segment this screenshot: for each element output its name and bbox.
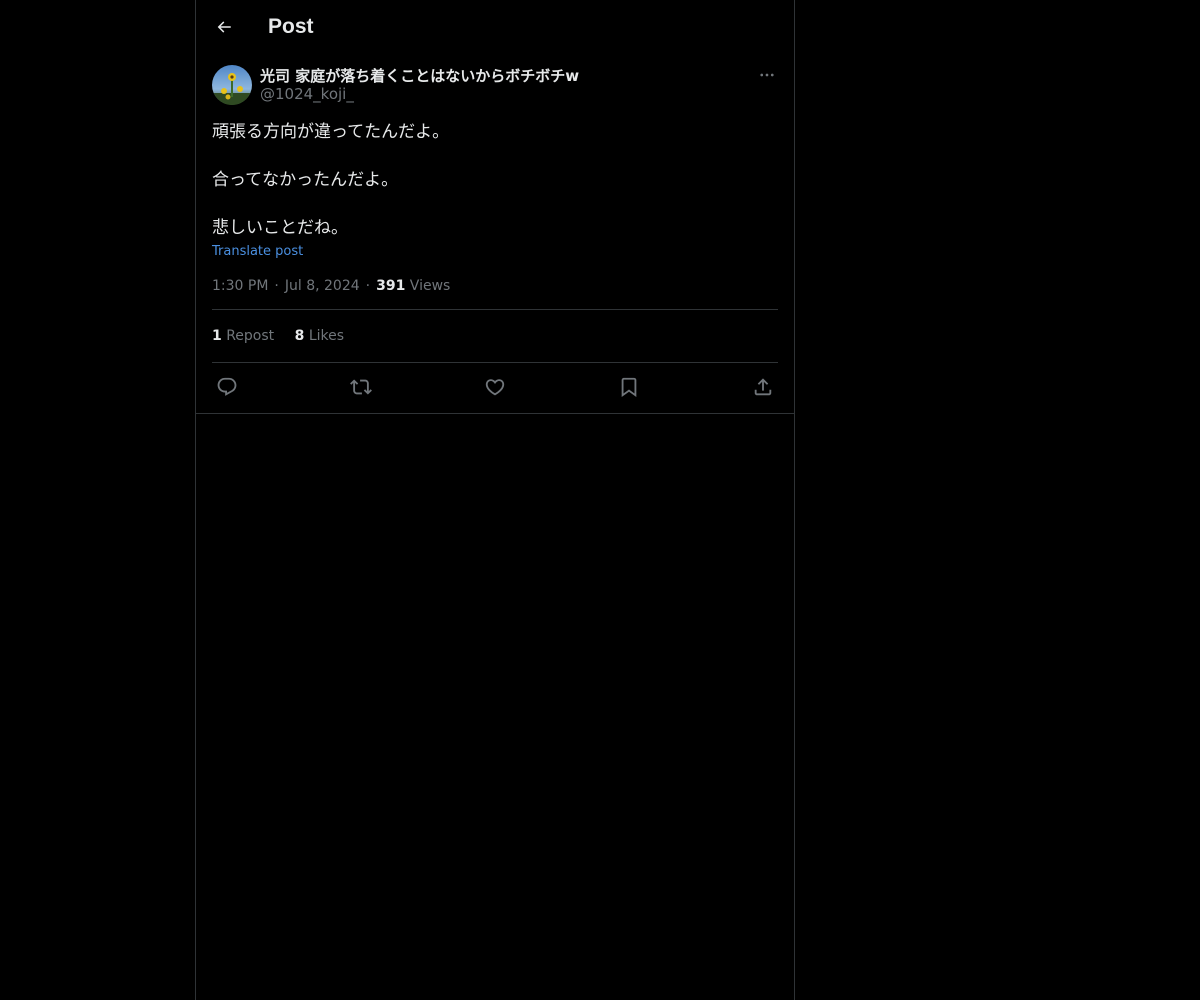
- reposts-count: 1: [212, 328, 222, 344]
- post-text-line: [212, 192, 778, 216]
- likes-count: 8: [294, 328, 305, 344]
- page-header: Post: [196, 0, 794, 54]
- post-detail: 光司 家庭が落ち着くことはないからボチボチw @1024_koji_ 頑張る方向…: [196, 64, 794, 410]
- reposts-label: Repost: [226, 328, 275, 344]
- arrow-left-icon: [217, 21, 231, 33]
- repost-icon: [350, 379, 372, 394]
- like-button[interactable]: [484, 376, 506, 398]
- post-text-line: [212, 144, 778, 168]
- post-stats: 1 Repost 8 Likes: [212, 310, 778, 363]
- repost-button[interactable]: [350, 376, 372, 398]
- post-actions: [212, 363, 778, 410]
- translate-post-link[interactable]: Translate post: [212, 242, 303, 262]
- post-text-line: 悲しいことだね。: [212, 218, 348, 238]
- more-horizontal-icon: [760, 73, 774, 77]
- post-time[interactable]: 1:30 PM: [212, 278, 268, 294]
- reply-button[interactable]: [216, 376, 238, 398]
- avatar-image: [212, 65, 252, 105]
- meta-separator: ·: [274, 278, 279, 294]
- share-icon: [754, 377, 772, 395]
- likes-stat[interactable]: 8 Likes: [295, 328, 344, 344]
- back-button[interactable]: [210, 13, 238, 41]
- author-display-name[interactable]: 光司 家庭が落ち着くことはないからボチボチw: [260, 65, 579, 86]
- post-text-line: 頑張る方向が違ってたんだよ。: [212, 122, 450, 142]
- views-label: Views: [409, 278, 451, 294]
- author-handle[interactable]: @1024_koji_: [260, 85, 354, 103]
- share-button[interactable]: [752, 376, 774, 398]
- reply-icon: [217, 377, 237, 396]
- likes-label: Likes: [308, 328, 345, 344]
- post-text: 頑張る方向が違ってたんだよ。 合ってなかったんだよ。 悲しいことだね。: [212, 120, 778, 240]
- post-text-line: 合ってなかったんだよ。: [212, 170, 399, 190]
- timeline-column: Post 光司 家庭が落ち着くことはないからボチボチw @1024_koji_ …: [195, 0, 795, 1000]
- bookmark-button[interactable]: [618, 376, 640, 398]
- more-options-button[interactable]: [756, 64, 778, 86]
- meta-separator: ·: [365, 278, 371, 294]
- reposts-stat[interactable]: 1 Repost: [212, 328, 274, 344]
- page-title: Post: [268, 15, 314, 38]
- post-meta: 1:30 PM · Jul 8, 2024 · 391 Views: [212, 276, 778, 310]
- views-count: 391: [376, 278, 406, 294]
- post-bottom-divider: [196, 413, 794, 414]
- bookmark-icon: [621, 377, 637, 397]
- post-date[interactable]: Jul 8, 2024: [285, 278, 360, 294]
- heart-icon: [485, 378, 505, 395]
- avatar[interactable]: [212, 65, 252, 105]
- author-row: 光司 家庭が落ち着くことはないからボチボチw @1024_koji_: [212, 64, 778, 116]
